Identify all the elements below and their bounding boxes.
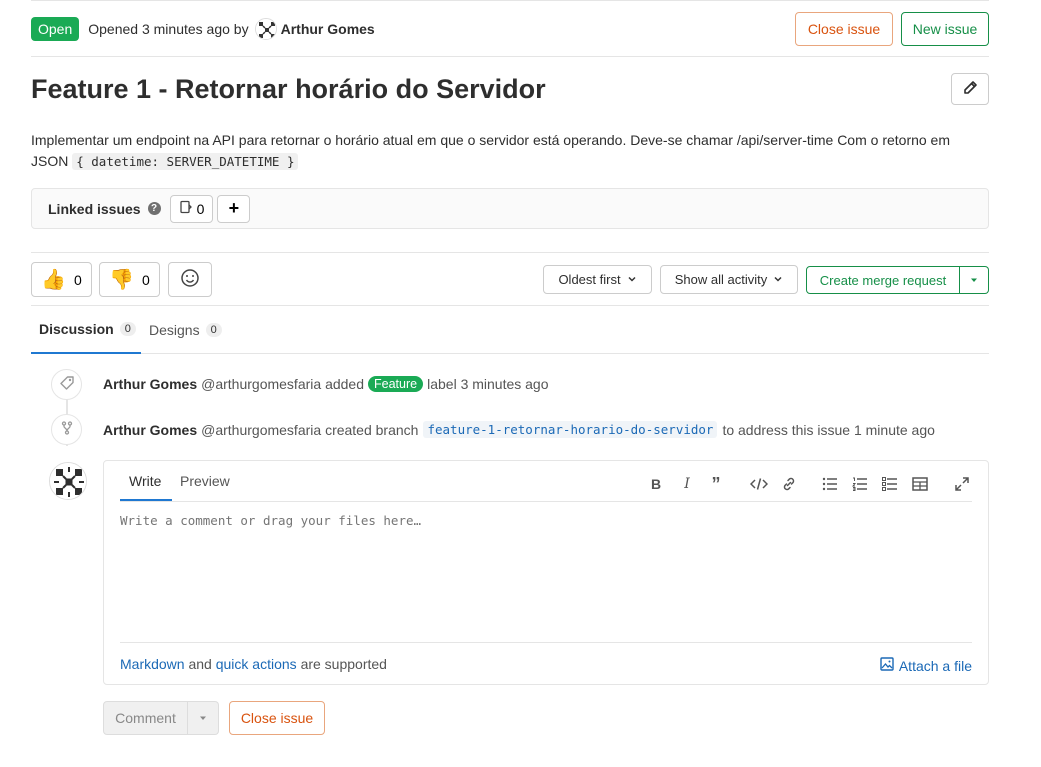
divider xyxy=(31,56,989,57)
tab-count: 0 xyxy=(119,322,136,336)
issue-title: Feature 1 - Retornar horário do Servidor xyxy=(31,74,546,104)
fork-icon xyxy=(59,420,75,439)
issues-icon xyxy=(179,200,193,217)
timeline-note: Arthur Gomes @arthurgomesfaria created b… xyxy=(103,421,935,438)
add-reaction-button[interactable] xyxy=(168,262,212,297)
linked-issues-panel: Linked issues ? 0 + xyxy=(31,188,989,229)
opened-text: Opened 3 minutes ago by xyxy=(88,21,249,37)
table-icon[interactable] xyxy=(910,475,930,493)
markdown-link[interactable]: Markdown xyxy=(120,656,185,672)
merge-request-split-button: Create merge request xyxy=(806,266,989,294)
chevron-down-icon xyxy=(627,272,637,287)
issue-description: Implementar um endpoint na API para reto… xyxy=(31,130,989,172)
branch-name-link[interactable]: feature-1-retornar-horario-do-servidor xyxy=(423,421,718,438)
tab-write[interactable]: Write xyxy=(129,473,161,489)
editor-tabs: Write Preview B I ” xyxy=(120,461,972,502)
note-handle[interactable]: @arthurgomesfaria xyxy=(201,422,321,438)
add-linked-issue-button[interactable]: + xyxy=(217,194,251,223)
thumbs-down-count: 0 xyxy=(142,271,150,288)
thumbs-up-button[interactable]: 👍 0 xyxy=(31,262,92,297)
top-divider xyxy=(31,0,989,1)
divider xyxy=(31,252,989,253)
branch-event-icon xyxy=(51,414,82,445)
numbered-list-icon[interactable] xyxy=(850,475,870,493)
author-avatar[interactable] xyxy=(254,18,277,40)
fullscreen-icon[interactable] xyxy=(952,475,972,493)
issue-status-bar: Open Opened 3 minutes ago by Arthur Gome… xyxy=(31,12,989,46)
tab-designs[interactable]: Designs 0 xyxy=(149,306,222,353)
linked-issues-label: Linked issues xyxy=(48,200,141,217)
tab-count: 0 xyxy=(205,322,222,337)
thumbs-up-icon: 👍 xyxy=(41,269,67,291)
italic-icon[interactable]: I xyxy=(677,475,697,493)
merge-request-options-button[interactable] xyxy=(960,266,989,294)
thumbs-down-icon: 👎 xyxy=(109,269,135,291)
note-author[interactable]: Arthur Gomes xyxy=(103,422,197,438)
activity-filter-dropdown[interactable]: Show all activity xyxy=(660,265,798,294)
comment-options-button[interactable] xyxy=(188,701,219,735)
note-author[interactable]: Arthur Gomes xyxy=(103,376,197,392)
comment-textarea[interactable] xyxy=(120,513,972,643)
note-handle[interactable]: @arthurgomesfaria xyxy=(201,376,321,392)
attach-file-button[interactable]: Attach a file xyxy=(880,657,972,674)
edit-title-button[interactable] xyxy=(951,73,989,105)
note-suffix: label 3 minutes ago xyxy=(427,376,549,392)
status-badge: Open xyxy=(31,17,80,41)
thumbs-up-count: 0 xyxy=(74,271,82,288)
close-issue-bottom-button[interactable]: Close issue xyxy=(229,701,325,735)
footer-supported: are supported xyxy=(300,655,387,672)
author-name[interactable]: Arthur Gomes xyxy=(281,21,375,37)
tab-discussion[interactable]: Discussion 0 xyxy=(31,306,141,354)
feature-label-badge[interactable]: Feature xyxy=(368,376,424,392)
note-suffix: to address this issue 1 minute ago xyxy=(722,421,935,438)
issue-tabs: Discussion 0 Designs 0 xyxy=(31,306,989,354)
pencil-icon xyxy=(962,80,978,99)
tab-label: Designs xyxy=(149,321,200,338)
editor-footer: Markdown and quick actions are supported… xyxy=(120,642,972,684)
footer-and: and xyxy=(188,655,212,672)
tab-label: Discussion xyxy=(39,321,114,337)
linked-issues-count: 0 xyxy=(196,200,205,217)
comment-split-button: Comment xyxy=(103,701,219,735)
bold-icon[interactable]: B xyxy=(646,475,666,493)
image-icon xyxy=(880,657,894,674)
close-issue-button[interactable]: Close issue xyxy=(795,12,893,46)
timeline-note: Arthur Gomes @arthurgomesfaria added Fea… xyxy=(103,376,549,392)
quick-actions-link[interactable]: quick actions xyxy=(216,656,297,672)
label-event-icon xyxy=(51,369,82,400)
caret-down-icon xyxy=(969,272,979,288)
new-issue-button[interactable]: New issue xyxy=(901,12,989,46)
tab-preview[interactable]: Preview xyxy=(180,473,230,489)
comment-button[interactable]: Comment xyxy=(103,701,188,735)
link-icon[interactable] xyxy=(779,475,799,493)
note-action: added xyxy=(325,376,364,392)
current-user-avatar[interactable] xyxy=(49,462,87,500)
quote-icon[interactable]: ” xyxy=(706,474,726,494)
active-tab-indicator xyxy=(120,499,172,501)
sort-dropdown[interactable]: Oldest first xyxy=(543,265,652,294)
help-icon[interactable]: ? xyxy=(147,202,161,215)
attach-label: Attach a file xyxy=(898,657,972,674)
code-icon[interactable] xyxy=(749,475,769,493)
smiley-icon xyxy=(180,268,200,291)
task-list-icon[interactable] xyxy=(880,475,900,493)
description-code: { datetime: SERVER_DATETIME } xyxy=(72,153,299,170)
sort-label: Oldest first xyxy=(558,272,621,287)
create-merge-request-button[interactable]: Create merge request xyxy=(806,266,960,294)
note-action: created branch xyxy=(325,421,419,438)
caret-down-icon xyxy=(198,710,208,726)
filter-label: Show all activity xyxy=(674,272,768,287)
linked-issues-count-button[interactable]: 0 xyxy=(169,194,214,223)
bullet-list-icon[interactable] xyxy=(820,475,840,493)
comment-editor: Write Preview B I ” Markdown and q xyxy=(103,460,989,685)
chevron-down-icon xyxy=(773,272,783,287)
tag-icon xyxy=(59,375,75,394)
thumbs-down-button[interactable]: 👎 0 xyxy=(99,262,160,297)
